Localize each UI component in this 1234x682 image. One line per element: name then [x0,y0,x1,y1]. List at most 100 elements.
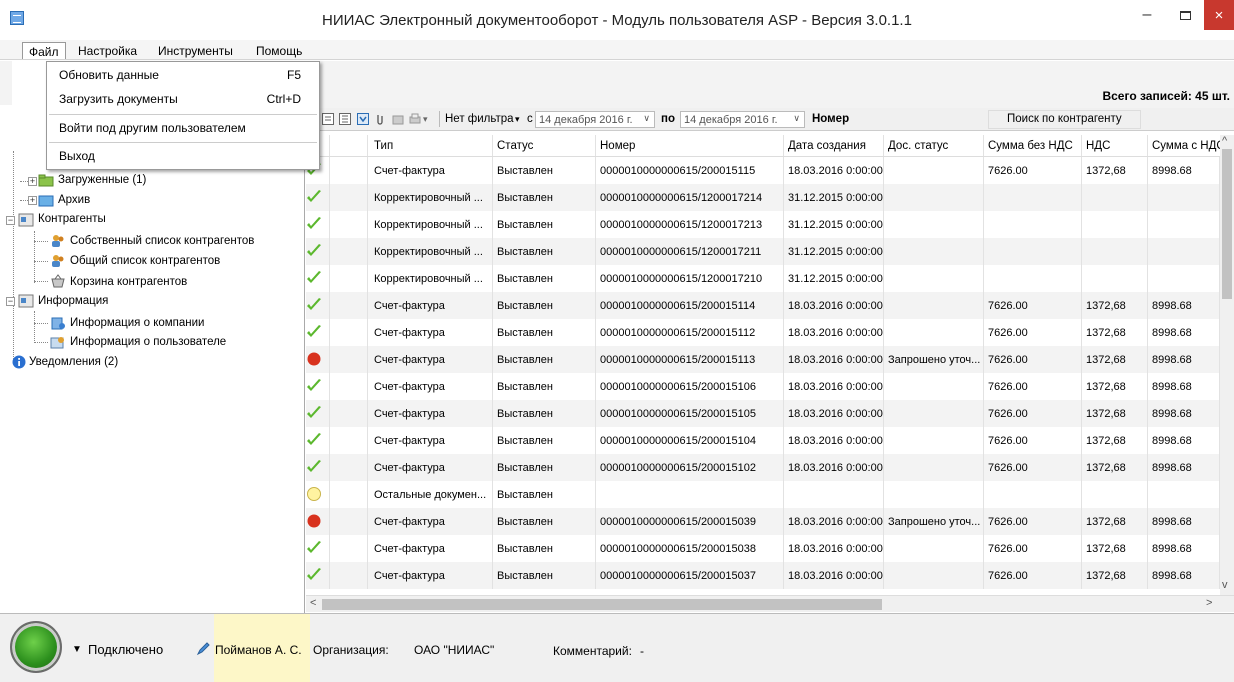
organization-name: ОАО "НИИАС" [414,643,495,657]
vertical-scroll-thumb[interactable] [1222,149,1232,299]
table-row[interactable]: Счет-фактура Выставлен 0000010000000615/20… [306,400,1220,427]
menu-load-item[interactable]: Загрузить документы Ctrl+D [59,92,309,106]
table-row[interactable]: Остальные докумен... Выставлен [306,481,1220,508]
menu-tools[interactable]: Инструменты [152,42,239,59]
filter-dropdown-icon[interactable]: ▾ [515,114,520,125]
menu-exit-item[interactable]: Выход [59,149,309,163]
cell-status: Выставлен [493,292,596,319]
menu-refresh-item[interactable]: Обновить данные F5 [59,68,309,82]
table-row[interactable]: Корректировочный ... Выставлен 00000100000… [306,184,1220,211]
table-row[interactable]: Корректировочный ... Выставлен 00000100000… [306,265,1220,292]
tree-line [13,151,14,361]
cell-doc-status [884,211,984,238]
attachment-icon[interactable] [374,113,386,125]
toolbar-grip[interactable] [0,61,12,105]
close-button[interactable]: × [1204,0,1234,30]
grid-view-icon[interactable] [322,113,334,125]
table-row[interactable]: Счет-фактура Выставлен 0000010000000615/20… [306,427,1220,454]
table-row[interactable]: Счет-фактура Выставлен 0000010000000615/20… [306,292,1220,319]
to-date-picker[interactable]: 14 декабря 2016 г. ∨ [680,111,805,128]
tree-item-company-info[interactable]: Информация о компании [70,317,204,329]
menu-help[interactable]: Помощь [250,42,308,59]
cell-vat: 1372,68 [1082,562,1148,589]
cell-date: 31.12.2015 0:00:00 [784,211,884,238]
column-header-status[interactable]: Статус [493,135,596,156]
vertical-scrollbar[interactable]: ^ v [1220,135,1234,595]
tree-item-notifications[interactable]: Уведомления (2) [29,356,118,368]
scroll-down-icon[interactable]: v [1222,579,1228,591]
filter-select[interactable]: Нет фильтра [445,113,515,125]
cell-number: 0000010000000615/200015115 [596,157,784,184]
sign-icon[interactable] [392,113,404,125]
minimize-button[interactable]: – [1128,0,1166,30]
cell-sum-vat [1148,211,1220,238]
column-header-number[interactable]: Номер [596,135,784,156]
check-icon [307,460,321,472]
cell-status: Выставлен [493,400,596,427]
tree-item-archive[interactable]: Архив [58,194,90,206]
horizontal-scroll-thumb[interactable] [322,599,882,610]
tree-item-info[interactable]: Информация [38,295,108,307]
collapse-icon[interactable]: − [6,297,15,306]
maximize-button[interactable] [1166,0,1204,30]
cell-doc-status [884,157,984,184]
tree-item-basket[interactable]: Корзина контрагентов [70,276,187,288]
cell-sum-vat: 8998.68 [1148,427,1220,454]
from-date-picker[interactable]: 14 декабря 2016 г. ∨ [535,111,655,128]
column-header-type[interactable]: Тип [368,135,493,156]
table-row[interactable]: Счет-фактура Выставлен 0000010000000615/20… [306,373,1220,400]
connection-status: Подключено [88,642,164,657]
cell-status: Выставлен [493,508,596,535]
cell-type: Счет-фактура [368,535,493,562]
menu-switch-user-item[interactable]: Войти под другим пользователем [59,121,309,135]
expand-icon[interactable]: + [28,196,37,205]
table-row[interactable]: Счет-фактура Выставлен 0000010000000615/20… [306,508,1220,535]
download-icon[interactable] [357,113,369,125]
scroll-right-icon[interactable]: > [1206,597,1212,609]
tree-item-loaded[interactable]: Загруженные (1) [58,174,146,186]
tree-item-user-info[interactable]: Информация о пользователе [70,336,226,348]
table-row[interactable]: Счет-фактура Выставлен 0000010000000615/20… [306,319,1220,346]
menu-file[interactable]: Файл [22,42,66,59]
cell-sum-no-vat: 7626.00 [984,346,1082,373]
connection-status-orb[interactable] [10,621,62,673]
horizontal-scrollbar[interactable]: < > [306,595,1234,612]
tree-item-own-list[interactable]: Собственный список контрагентов [70,235,254,247]
table-row[interactable]: Счет-фактура Выставлен 0000010000000615/20… [306,346,1220,373]
cell-type: Счет-фактура [368,454,493,481]
tree-item-common-list[interactable]: Общий список контрагентов [70,255,220,267]
column-header-date[interactable]: Дата создания [784,135,884,156]
cell-doc-status [884,184,984,211]
scroll-up-icon[interactable]: ^ [1222,135,1227,147]
menu-settings[interactable]: Настройка [72,42,143,59]
cell-sum-no-vat: 7626.00 [984,427,1082,454]
print-icon[interactable] [409,113,421,125]
print-dropdown-icon[interactable]: ▾ [423,114,428,125]
column-header-sum-no-vat[interactable]: Сумма без НДС [984,135,1082,156]
error-status-icon [307,352,321,366]
table-row[interactable]: Счет-фактура Выставлен 0000010000000615/20… [306,562,1220,589]
cell-sum-no-vat: 7626.00 [984,400,1082,427]
table-row[interactable]: Корректировочный ... Выставлен 00000100000… [306,238,1220,265]
cell-sum-vat: 8998.68 [1148,454,1220,481]
connection-dropdown-icon[interactable]: ▼ [72,644,82,655]
column-header-doc-status[interactable]: Дос. статус [884,135,984,156]
table-row[interactable]: Счет-фактура Выставлен 0000010000000615/20… [306,157,1220,184]
table-row[interactable]: Счет-фактура Выставлен 0000010000000615/20… [306,454,1220,481]
number-filter-label: Номер [812,113,850,125]
cell-vat [1082,481,1148,508]
table-row[interactable]: Корректировочный ... Выставлен 00000100000… [306,211,1220,238]
cell-number: 0000010000000615/1200017211 [596,238,784,265]
table-row[interactable]: Счет-фактура Выставлен 0000010000000615/20… [306,535,1220,562]
cell-sum-no-vat: 7626.00 [984,562,1082,589]
cell-type: Счет-фактура [368,400,493,427]
cell-doc-status: Запрошено уточ... [884,346,984,373]
collapse-icon[interactable]: − [6,216,15,225]
document-icon[interactable] [339,113,351,125]
column-header-sum-vat[interactable]: Сумма с НДС [1148,135,1220,156]
search-counterparty-button[interactable]: Поиск по контрагенту [988,110,1141,129]
column-header-vat[interactable]: НДС [1082,135,1148,156]
tree-item-counterparties[interactable]: Контрагенты [38,213,106,225]
scroll-left-icon[interactable]: < [310,597,316,609]
expand-icon[interactable]: + [28,177,37,186]
